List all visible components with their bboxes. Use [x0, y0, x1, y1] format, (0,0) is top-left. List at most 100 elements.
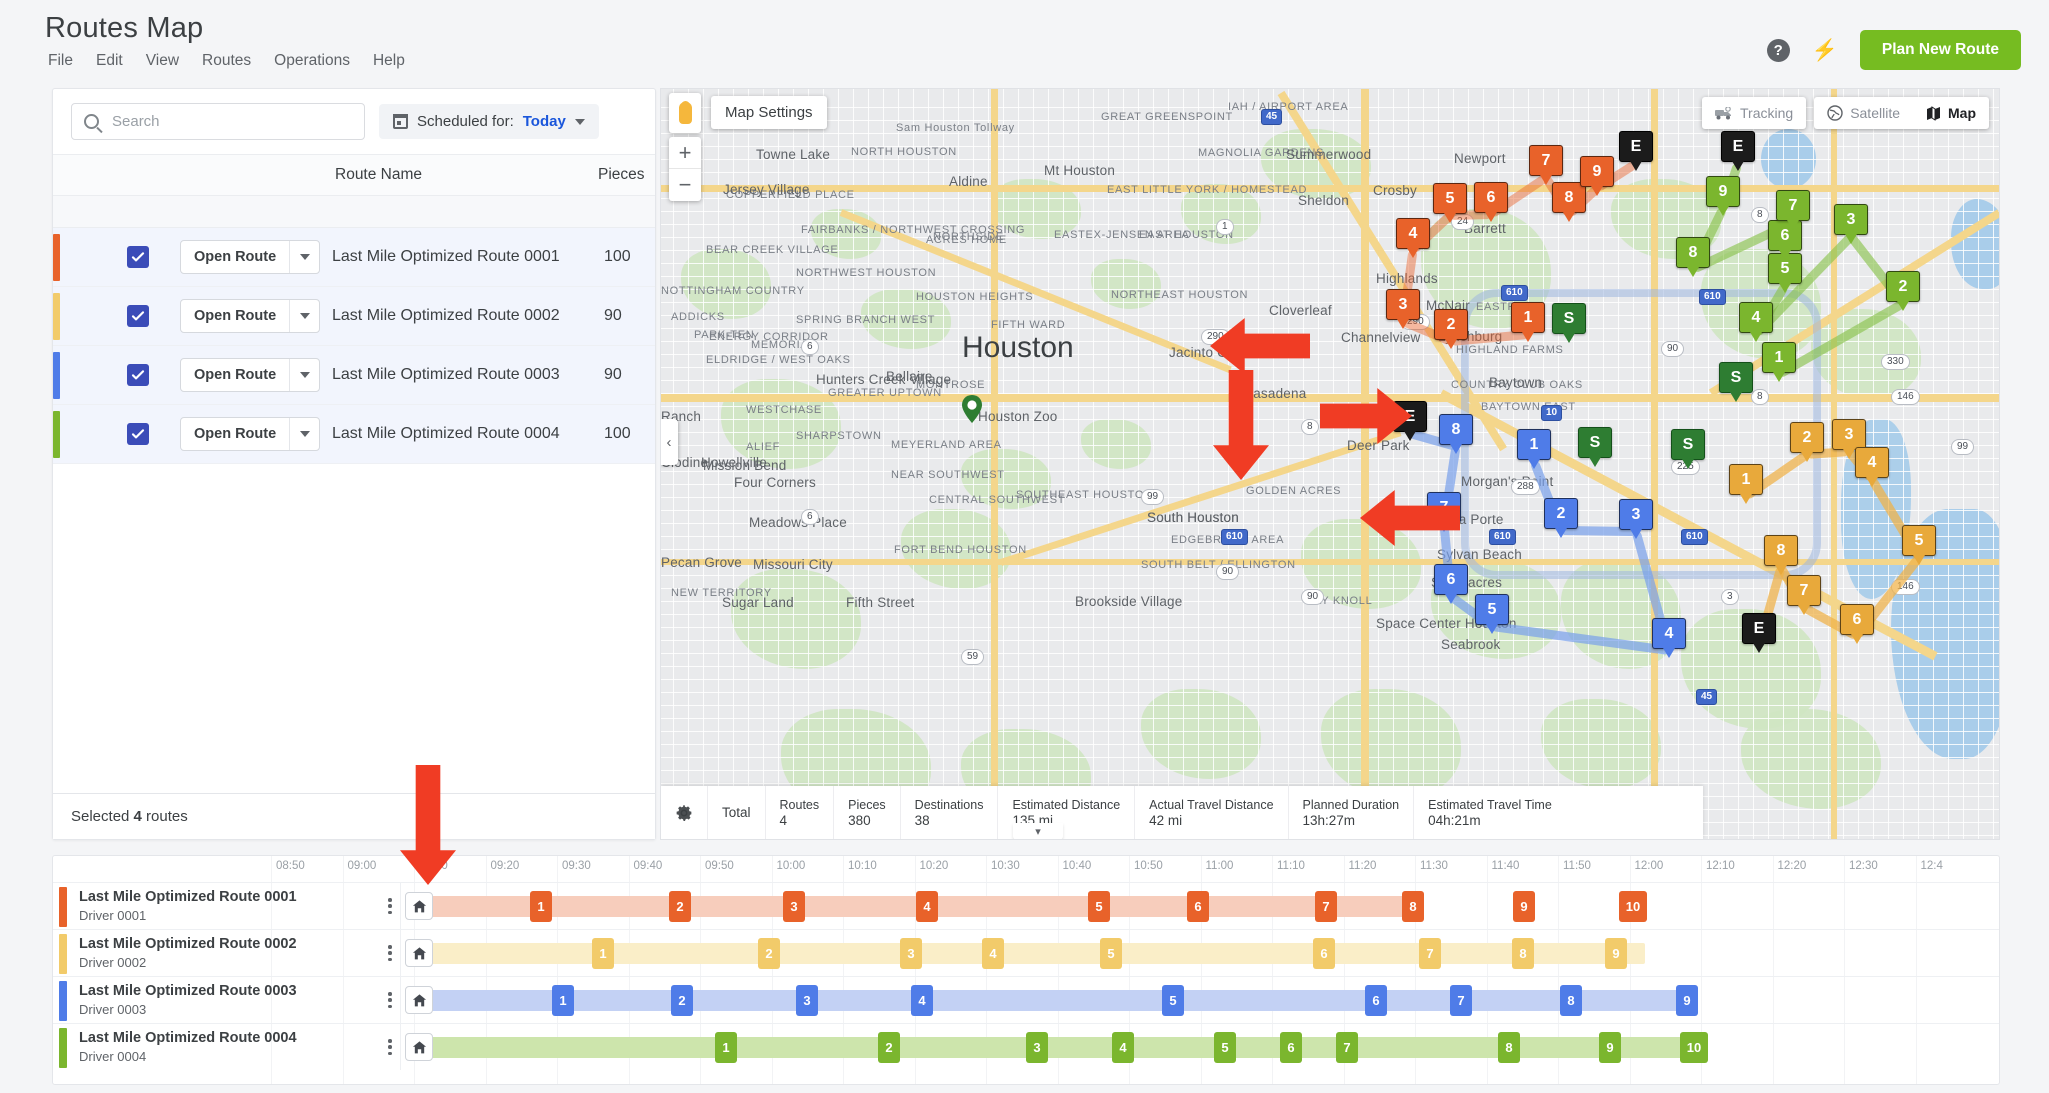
map-stop-pin[interactable]: 6	[1434, 564, 1468, 604]
home-icon[interactable]	[405, 1033, 433, 1061]
menu-item-view[interactable]: View	[146, 52, 179, 70]
timeline-stop-marker[interactable]: 8	[1402, 891, 1424, 922]
map-toggle[interactable]: Map	[1913, 97, 1989, 129]
home-icon[interactable]	[405, 892, 433, 920]
route-checkbox[interactable]	[127, 246, 149, 268]
timeline-stop-marker[interactable]: 7	[1419, 938, 1441, 969]
map-stop-pin[interactable]: 9	[1706, 176, 1740, 216]
scheduled-for-dropdown[interactable]: Scheduled for: Today	[379, 104, 599, 139]
table-row[interactable]: Open Route Last Mile Optimized Route 0002…	[53, 287, 655, 346]
map-stop-pin[interactable]: 7	[1776, 190, 1810, 230]
more-vertical-icon[interactable]	[381, 943, 399, 963]
timeline-stop-marker[interactable]: 4	[911, 985, 933, 1016]
timeline-stop-marker[interactable]: 8	[1512, 938, 1534, 969]
timeline-stop-marker[interactable]: 10	[1680, 1032, 1708, 1063]
map-stop-pin[interactable]: 2	[1790, 422, 1824, 462]
timeline-stop-marker[interactable]: 6	[1280, 1032, 1302, 1063]
search-box[interactable]	[71, 103, 365, 140]
map-stop-pin[interactable]: 3	[1832, 419, 1866, 459]
zoom-in-button[interactable]: +	[669, 137, 701, 169]
route-checkbox[interactable]	[127, 305, 149, 327]
map-stop-pin[interactable]: 8	[1676, 237, 1710, 277]
timeline-stop-marker[interactable]: 9	[1513, 891, 1535, 922]
timeline-stop-marker[interactable]: 6	[1313, 938, 1335, 969]
map-stop-pin[interactable]: 1	[1517, 429, 1551, 469]
map-stop-pin[interactable]: 3	[1386, 289, 1420, 329]
zoom-out-button[interactable]: −	[669, 169, 701, 201]
map-start-pin[interactable]: S	[1578, 427, 1612, 467]
map-container[interactable]: NORTH HOUSTON Sam Houston Tollway GREAT GR…	[660, 88, 2000, 840]
timeline-stop-marker[interactable]: 4	[982, 938, 1004, 969]
map-stop-pin[interactable]: 7	[1427, 492, 1461, 532]
timeline-row[interactable]: Last Mile Optimized Route 0001 Driver 000…	[53, 882, 1999, 929]
timeline-stop-marker[interactable]: 5	[1100, 938, 1122, 969]
table-row[interactable]: Open Route Last Mile Optimized Route 0004…	[53, 405, 655, 464]
map-stop-pin[interactable]: 6	[1840, 604, 1874, 644]
timeline-stop-marker[interactable]: 6	[1365, 985, 1387, 1016]
timeline-stop-marker[interactable]: 1	[592, 938, 614, 969]
timeline-stop-marker[interactable]: 5	[1088, 891, 1110, 922]
more-vertical-icon[interactable]	[381, 990, 399, 1010]
map-start-pin[interactable]: S	[1719, 362, 1753, 402]
timeline-stop-marker[interactable]: 8	[1560, 985, 1582, 1016]
timeline-stop-marker[interactable]: 5	[1214, 1032, 1236, 1063]
timeline-row[interactable]: Last Mile Optimized Route 0003 Driver 000…	[53, 976, 1999, 1023]
routes-timeline[interactable]: 08:50 09:00 09:10 09:20 09:30 09:40 09:50 10:00…	[52, 855, 2000, 1085]
map-end-pin[interactable]: E	[1619, 131, 1653, 171]
home-icon[interactable]	[405, 986, 433, 1014]
timeline-stop-marker[interactable]: 7	[1450, 985, 1472, 1016]
map-end-pin[interactable]: E	[1393, 401, 1427, 441]
menu-item-routes[interactable]: Routes	[202, 52, 251, 70]
map-stop-pin[interactable]: 2	[1434, 309, 1468, 349]
map-stop-pin[interactable]: 4	[1396, 218, 1430, 258]
map-stop-pin[interactable]: 3	[1834, 204, 1868, 244]
routes-filter-row[interactable]	[53, 196, 655, 228]
gear-icon[interactable]	[661, 786, 707, 839]
map-stop-pin[interactable]: 5	[1475, 594, 1509, 634]
timeline-stop-marker[interactable]: 8	[1498, 1032, 1520, 1063]
timeline-stop-marker[interactable]: 10	[1619, 891, 1647, 922]
open-route-button[interactable]: Open Route	[180, 299, 321, 333]
map-stop-pin[interactable]: 4	[1855, 447, 1889, 487]
map-end-pin[interactable]: E	[1721, 131, 1755, 171]
open-route-button[interactable]: Open Route	[180, 358, 321, 392]
map-stop-pin[interactable]: 4	[1739, 302, 1773, 342]
table-row[interactable]: Open Route Last Mile Optimized Route 0003…	[53, 346, 655, 405]
chevron-down-icon[interactable]: ▾	[1013, 823, 1063, 839]
map-stop-pin[interactable]: 8	[1764, 535, 1798, 575]
timeline-stop-marker[interactable]: 3	[783, 891, 805, 922]
chevron-down-icon[interactable]	[289, 418, 319, 450]
open-route-button[interactable]: Open Route	[180, 417, 321, 451]
timeline-stop-marker[interactable]: 9	[1605, 938, 1627, 969]
more-vertical-icon[interactable]	[381, 1037, 399, 1057]
open-route-button[interactable]: Open Route	[180, 240, 321, 274]
tracking-toggle[interactable]: Tracking	[1702, 97, 1806, 129]
panel-collapse-handle[interactable]: ‹	[661, 419, 678, 465]
map-stop-pin[interactable]: 2	[1544, 498, 1578, 538]
map-stop-pin[interactable]: 6	[1474, 182, 1508, 222]
map-stop-pin[interactable]: 8	[1439, 414, 1473, 454]
route-checkbox[interactable]	[127, 364, 149, 386]
map-start-pin[interactable]: S	[1552, 303, 1586, 343]
map-stop-pin[interactable]: 5	[1433, 183, 1467, 223]
route-checkbox[interactable]	[127, 423, 149, 445]
map-stop-pin[interactable]: 1	[1762, 342, 1796, 382]
timeline-stop-marker[interactable]: 2	[878, 1032, 900, 1063]
timeline-stop-marker[interactable]: 1	[530, 891, 552, 922]
map-settings-button[interactable]: Map Settings	[711, 96, 827, 129]
timeline-stop-marker[interactable]: 2	[669, 891, 691, 922]
timeline-stop-marker[interactable]: 7	[1315, 891, 1337, 922]
chevron-down-icon[interactable]	[289, 359, 319, 391]
street-view-pegman-icon[interactable]	[669, 93, 701, 133]
map-stop-pin[interactable]: 7	[1529, 145, 1563, 185]
timeline-stop-marker[interactable]: 2	[671, 985, 693, 1016]
plan-new-route-button[interactable]: Plan New Route	[1859, 30, 2021, 70]
timeline-row[interactable]: Last Mile Optimized Route 0004 Driver 000…	[53, 1023, 1999, 1070]
timeline-stop-marker[interactable]: 7	[1336, 1032, 1358, 1063]
menu-item-operations[interactable]: Operations	[274, 52, 350, 70]
timeline-stop-marker[interactable]: 2	[758, 938, 780, 969]
search-input[interactable]	[72, 113, 364, 130]
map-end-pin[interactable]: E	[1742, 613, 1776, 653]
menu-item-edit[interactable]: Edit	[96, 52, 123, 70]
timeline-stop-marker[interactable]: 1	[552, 985, 574, 1016]
